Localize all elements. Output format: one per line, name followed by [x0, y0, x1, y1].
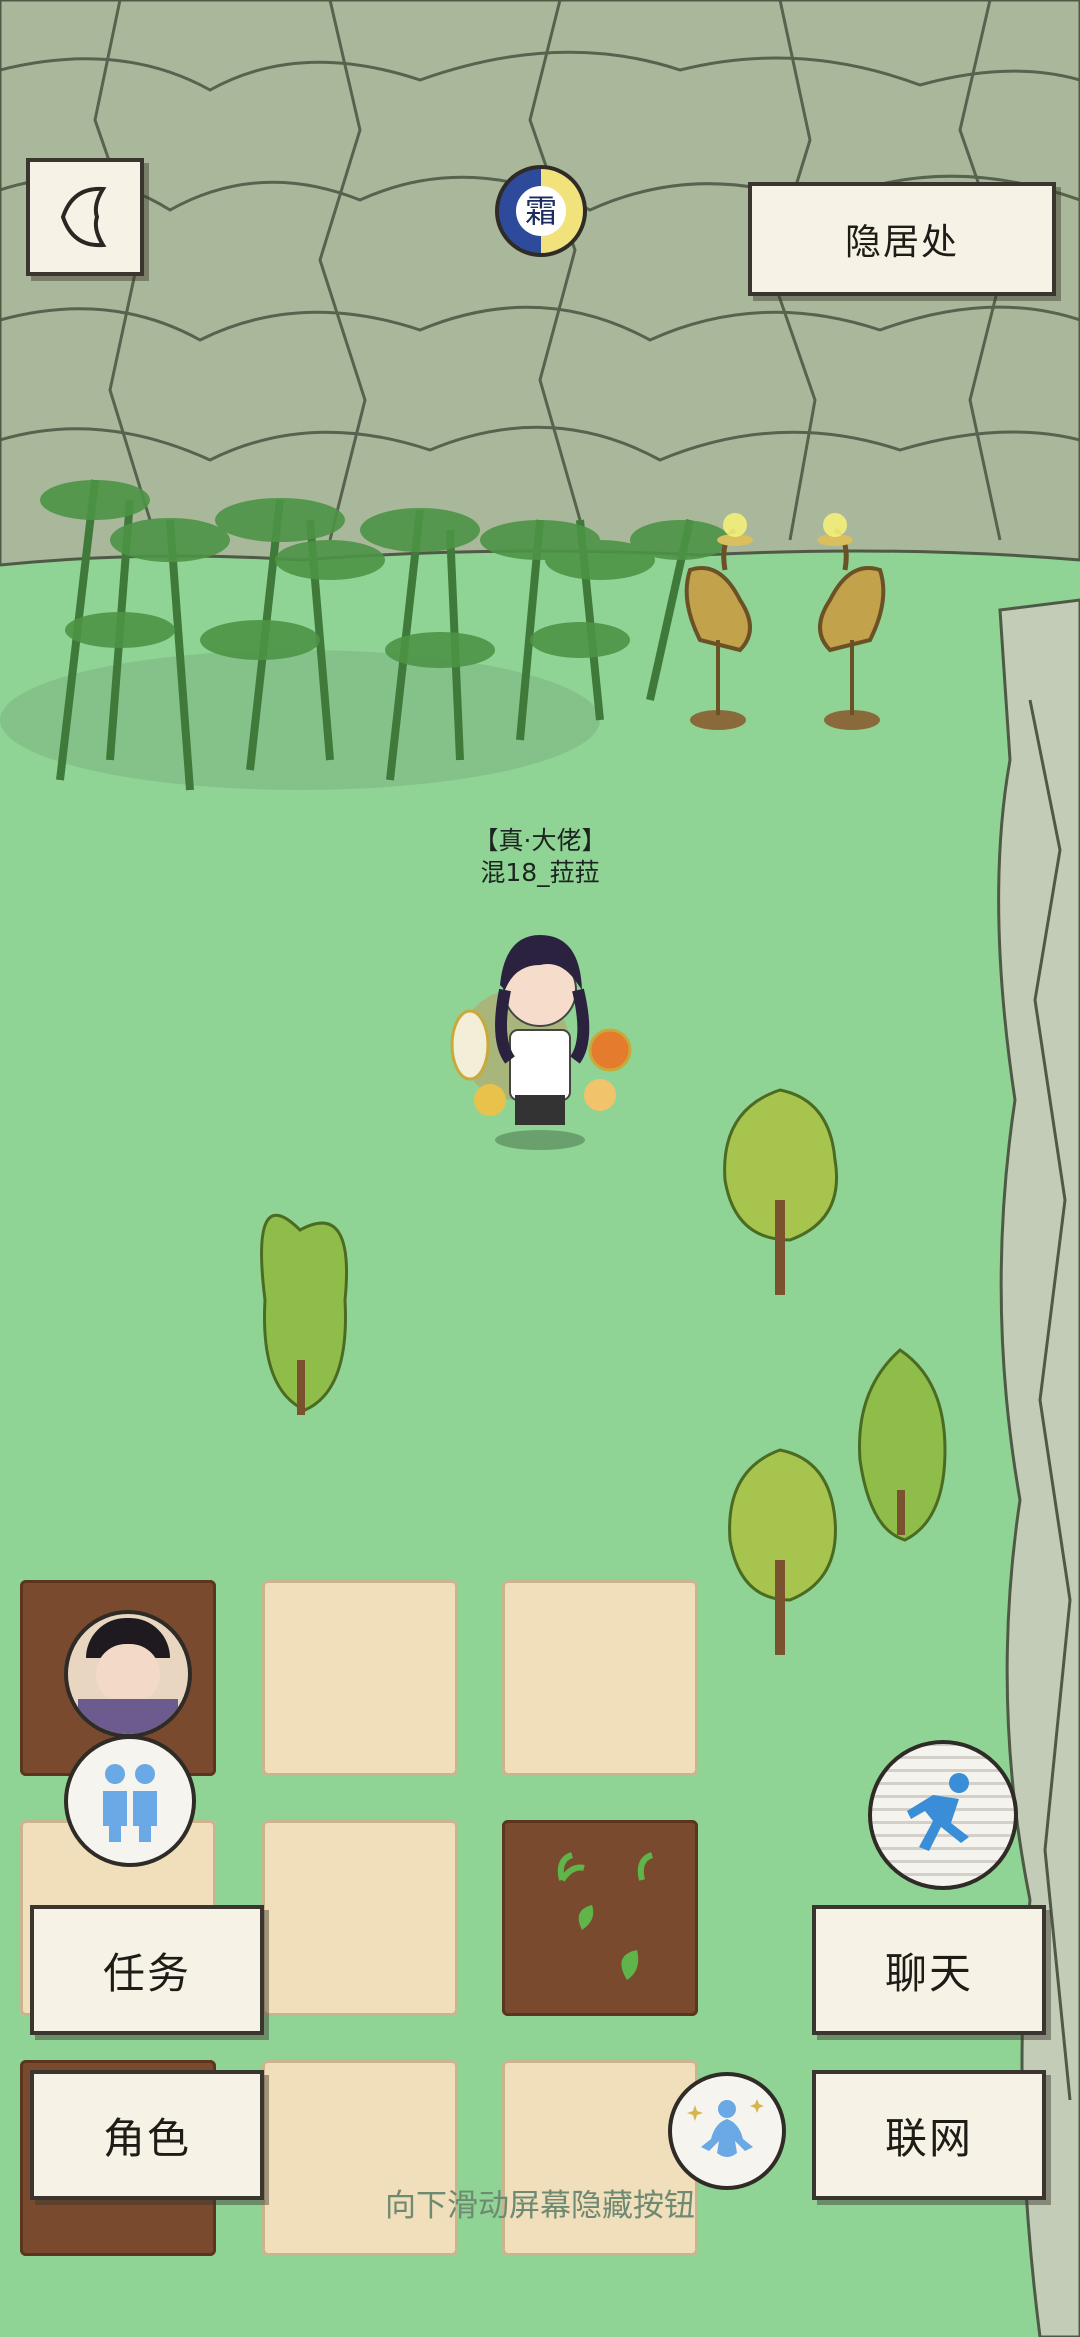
farm-plot[interactable]: [502, 2060, 698, 2256]
back-button[interactable]: [26, 158, 144, 276]
chat-button[interactable]: 聊天: [812, 1905, 1046, 2035]
meditation-icon[interactable]: [668, 2072, 786, 2190]
task-button[interactable]: 任务: [30, 1905, 264, 2035]
farm-plot[interactable]: [262, 1580, 458, 1776]
frost-glyph-icon: 霜: [516, 186, 566, 236]
farm-plot[interactable]: [262, 1820, 458, 2016]
player-name: 混18_菈菈: [480, 858, 600, 887]
scholar-avatar-icon[interactable]: [64, 1610, 192, 1738]
back-chevron-icon: [60, 186, 107, 248]
frost-night-icon[interactable]: 霜: [495, 165, 587, 257]
hide-buttons-hint: 向下滑动屏幕隐藏按钮: [385, 2188, 695, 2224]
farm-plot[interactable]: [262, 2060, 458, 2256]
lotus-figure-icon: [687, 2099, 764, 2157]
farm-plot[interactable]: [502, 1580, 698, 1776]
farm-plot-sprouts[interactable]: [502, 1820, 698, 2016]
running-figure-icon[interactable]: [868, 1740, 1018, 1890]
player-title: 【真·大佬】: [473, 826, 607, 855]
companions-icon[interactable]: [64, 1735, 196, 1867]
people-glyph-icon: [103, 1764, 157, 1842]
sprout-icon: [557, 1852, 654, 1980]
runner-glyph-icon: [907, 1773, 969, 1851]
location-label: 隐居处: [748, 182, 1056, 296]
